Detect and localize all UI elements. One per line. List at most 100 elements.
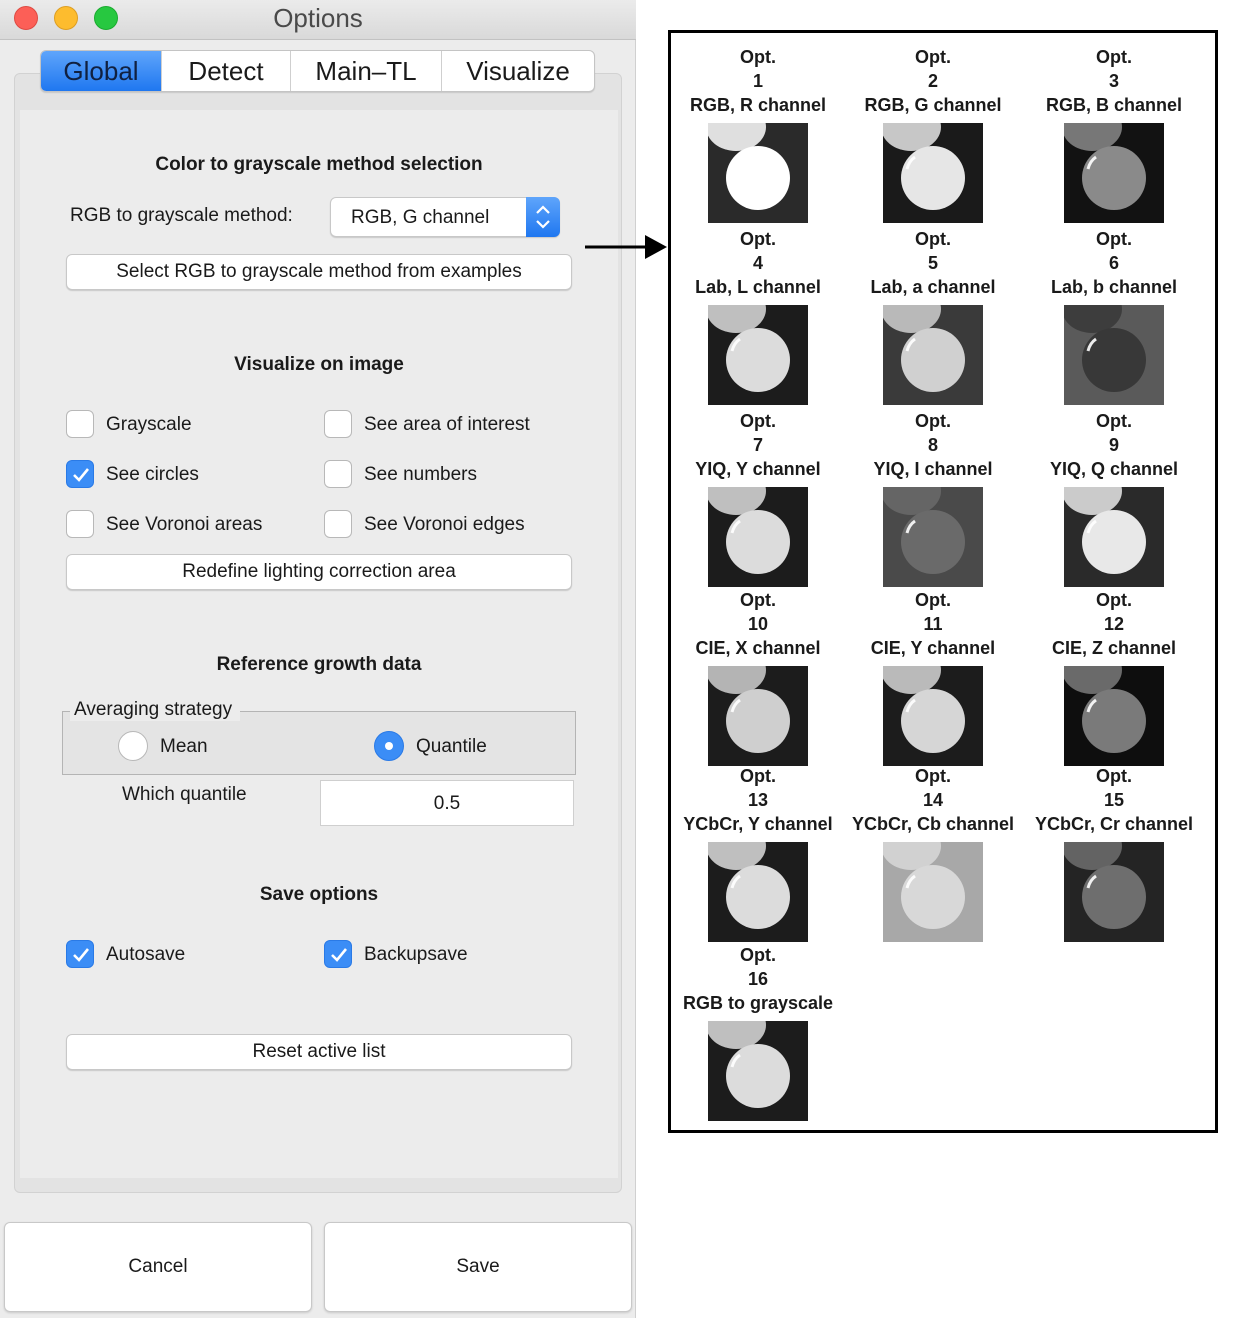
reference-section-title: Reference growth data <box>216 654 422 675</box>
tab-bar: Global Detect Main–TL Visualize <box>40 50 595 92</box>
area-of-interest-label: See area of interest <box>364 414 530 435</box>
example-option-12: Opt. 12 CIE, Z channel <box>1024 588 1204 766</box>
title-bar: Options <box>0 0 636 40</box>
example-num-label: 10 <box>747 614 769 634</box>
example-thumbnail <box>883 666 983 766</box>
visualize-section-title: Visualize on image <box>234 354 404 375</box>
example-thumbnail <box>1064 842 1164 942</box>
example-option-1: Opt. 1 RGB, R channel <box>668 45 848 223</box>
autosave-label: Autosave <box>106 944 186 965</box>
backupsave-checkbox[interactable] <box>324 940 352 968</box>
tab-main-tl[interactable]: Main–TL <box>291 51 442 91</box>
grayscale-label: Grayscale <box>106 414 192 435</box>
example-opt-label: Opt. <box>740 47 776 67</box>
example-thumbnail <box>1064 123 1164 223</box>
example-num-label: 4 <box>752 253 763 273</box>
method-select[interactable]: RGB, G channel <box>330 197 560 237</box>
example-name-label: YIQ, Q channel <box>1049 459 1179 479</box>
example-option-14: Opt. 14 YCbCr, Cb channel <box>843 764 1023 942</box>
voronoi-areas-checkbox[interactable] <box>66 510 94 538</box>
method-select-value: RGB, G channel <box>351 207 490 228</box>
window-title: Options <box>273 3 363 33</box>
quantile-radio[interactable] <box>374 731 404 761</box>
example-option-10: Opt. 10 CIE, X channel <box>668 588 848 766</box>
example-thumbnail <box>883 305 983 405</box>
example-num-label: 3 <box>1108 71 1119 91</box>
example-opt-label: Opt. <box>1096 47 1132 67</box>
example-option-9: Opt. 9 YIQ, Q channel <box>1024 409 1204 587</box>
backupsave-label: Backupsave <box>364 944 468 965</box>
example-option-8: Opt. 8 YIQ, I channel <box>843 409 1023 587</box>
area-of-interest-checkbox[interactable] <box>324 410 352 438</box>
example-thumbnail <box>708 123 808 223</box>
example-num-label: 5 <box>927 253 938 273</box>
example-thumbnail <box>883 123 983 223</box>
mean-label: Mean <box>160 736 208 757</box>
example-opt-label: Opt. <box>915 47 951 67</box>
example-name-label: RGB, B channel <box>1045 95 1183 115</box>
save-section-title: Save options <box>259 884 379 905</box>
example-option-2: Opt. 2 RGB, G channel <box>843 45 1023 223</box>
example-thumbnail <box>708 1021 808 1121</box>
arrow-right-icon <box>585 235 667 259</box>
example-opt-label: Opt. <box>915 590 951 610</box>
example-name-label: YCbCr, Cr channel <box>1034 814 1194 834</box>
cancel-button[interactable]: Cancel <box>4 1222 312 1312</box>
example-opt-label: Opt. <box>915 766 951 786</box>
grayscale-checkbox[interactable] <box>66 410 94 438</box>
example-thumbnail <box>1064 305 1164 405</box>
example-num-label: 9 <box>1108 435 1119 455</box>
see-numbers-checkbox[interactable] <box>324 460 352 488</box>
example-thumbnail <box>708 487 808 587</box>
voronoi-edges-checkbox[interactable] <box>324 510 352 538</box>
example-name-label: Lab, a channel <box>870 277 996 297</box>
example-name-label: Lab, b channel <box>1050 277 1178 297</box>
example-name-label: CIE, Z channel <box>1051 638 1177 658</box>
quantile-input[interactable]: 0.5 <box>320 780 574 826</box>
options-window: Options Global Detect Main–TL Visualize … <box>0 0 636 1318</box>
mean-radio[interactable] <box>118 731 148 761</box>
voronoi-edges-label: See Voronoi edges <box>364 514 525 535</box>
example-num-label: 6 <box>1108 253 1119 273</box>
example-num-label: 7 <box>752 435 763 455</box>
example-opt-label: Opt. <box>915 411 951 431</box>
example-opt-label: Opt. <box>1096 411 1132 431</box>
example-opt-label: Opt. <box>740 229 776 249</box>
example-thumbnail <box>708 842 808 942</box>
example-thumbnail <box>1064 487 1164 587</box>
voronoi-areas-label: See Voronoi areas <box>106 514 263 535</box>
example-option-16: Opt. 16 RGB to grayscale <box>668 943 848 1121</box>
see-circles-label: See circles <box>106 464 199 485</box>
example-option-13: Opt. 13 YCbCr, Y channel <box>668 764 848 942</box>
save-button[interactable]: Save <box>324 1222 632 1312</box>
checkmark-icon <box>73 948 90 962</box>
example-name-label: YCbCr, Y channel <box>683 814 833 834</box>
example-name-label: RGB, G channel <box>864 95 1002 115</box>
example-num-label: 8 <box>927 435 938 455</box>
tab-detect[interactable]: Detect <box>162 51 291 91</box>
example-option-7: Opt. 7 YIQ, Y channel <box>668 409 848 587</box>
example-option-6: Opt. 6 Lab, b channel <box>1024 227 1204 405</box>
example-thumbnail <box>1064 666 1164 766</box>
example-opt-label: Opt. <box>740 945 776 965</box>
example-name-label: YCbCr, Cb channel <box>851 814 1015 834</box>
example-option-4: Opt. 4 Lab, L channel <box>668 227 848 405</box>
example-opt-label: Opt. <box>740 590 776 610</box>
example-name-label: Lab, L channel <box>695 277 821 297</box>
example-num-label: 12 <box>1103 614 1125 634</box>
checkmark-icon <box>73 468 90 482</box>
example-num-label: 15 <box>1103 790 1125 810</box>
example-name-label: RGB, R channel <box>689 95 827 115</box>
example-thumbnail <box>883 842 983 942</box>
tab-global[interactable]: Global <box>41 51 162 91</box>
autosave-checkbox[interactable] <box>66 940 94 968</box>
select-from-examples-button[interactable]: Select RGB to grayscale method from exam… <box>66 254 572 290</box>
example-opt-label: Opt. <box>1096 590 1132 610</box>
example-option-3: Opt. 3 RGB, B channel <box>1024 45 1204 223</box>
tab-visualize[interactable]: Visualize <box>442 51 594 91</box>
redefine-lighting-button[interactable]: Redefine lighting correction area <box>66 554 572 590</box>
example-option-5: Opt. 5 Lab, a channel <box>843 227 1023 405</box>
reset-active-list-button[interactable]: Reset active list <box>66 1034 572 1070</box>
see-circles-checkbox[interactable] <box>66 460 94 488</box>
example-name-label: CIE, Y channel <box>870 638 996 658</box>
